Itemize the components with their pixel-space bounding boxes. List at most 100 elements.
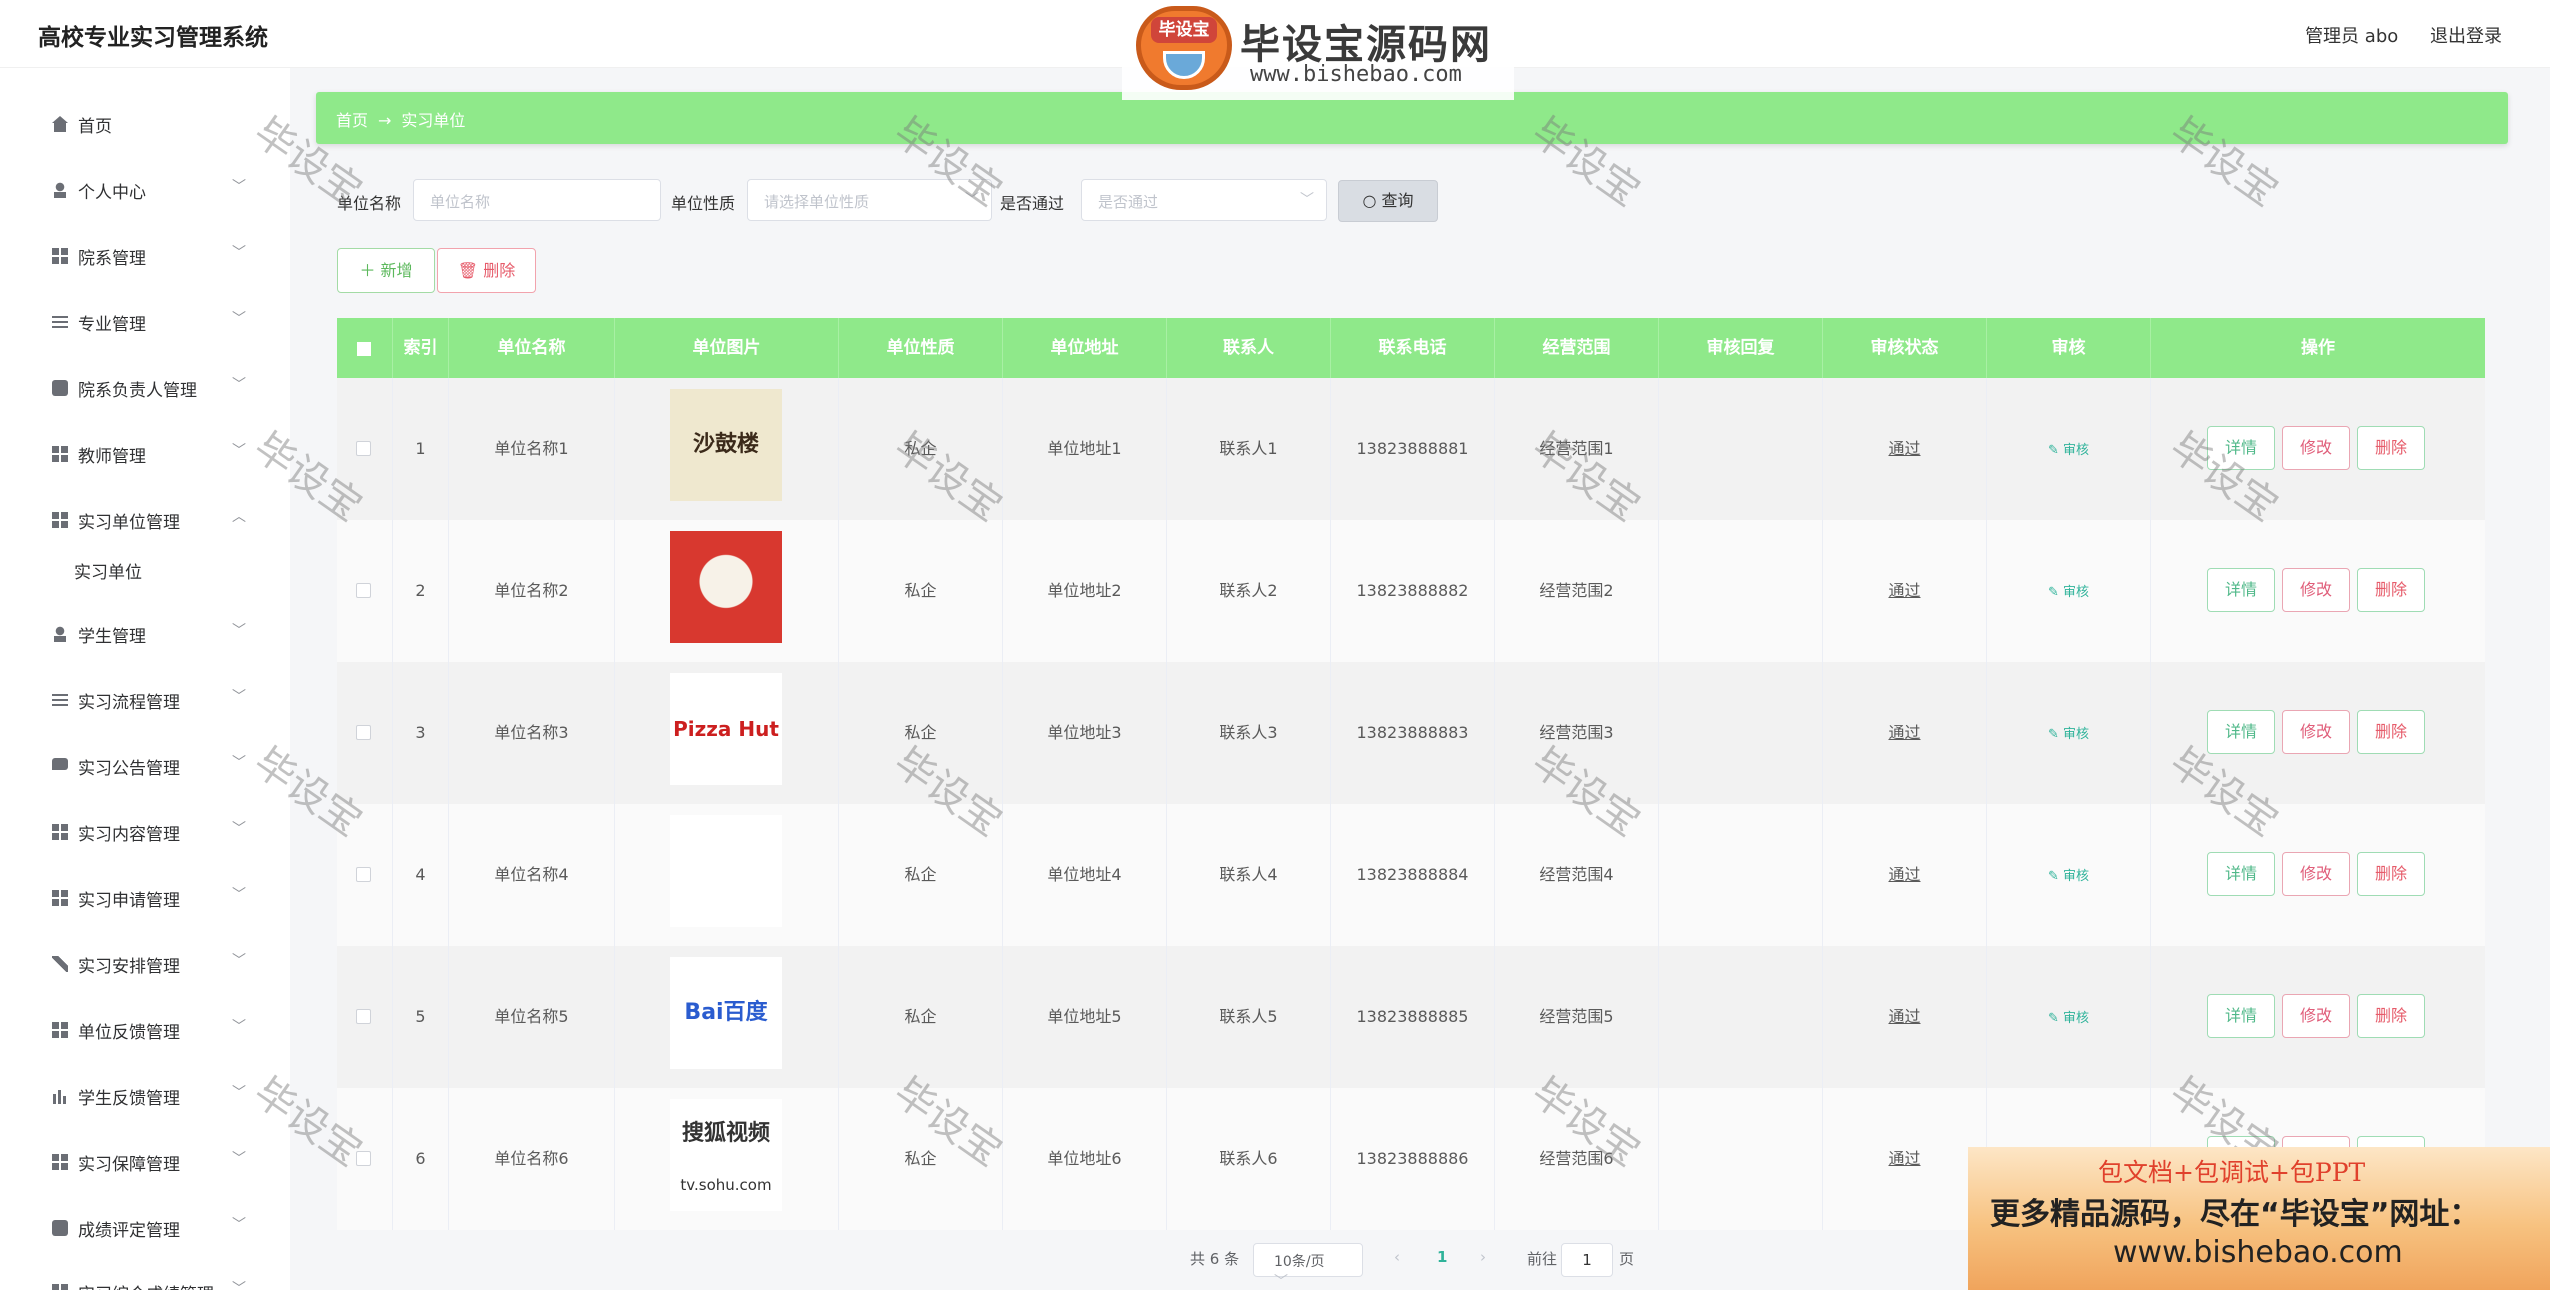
audit-status-text: 通过	[1888, 865, 1921, 884]
row-checkbox[interactable]	[356, 583, 371, 598]
row-checkbox[interactable]	[356, 441, 371, 456]
edit-button[interactable]: 修改	[2282, 710, 2350, 754]
sidebar-item-content[interactable]: 实习内容管理 ﹀	[0, 812, 290, 852]
sidebar-item-majors[interactable]: 专业管理 ﹀	[0, 302, 290, 342]
goto-page-input[interactable]: 1	[1561, 1243, 1613, 1277]
query-button[interactable]: ○ 查询	[1338, 180, 1438, 222]
detail-button[interactable]: 详情	[2207, 426, 2275, 470]
cell-name: 单位名称4	[449, 804, 615, 946]
add-button-label: 新增	[380, 261, 413, 280]
unit-image-subtext: tv.sohu.com	[680, 1176, 772, 1194]
sidebar: 首页 个人中心 ﹀ 院系管理 ﹀ 专业管理 ﹀ 院系负责人管理 ﹀ 教师管理 ﹀ 实习单位…	[0, 68, 290, 1290]
page-size-select[interactable]: 10条/页 ﹀	[1253, 1243, 1363, 1290]
audit-link[interactable]: ✎ 审核	[2048, 869, 2089, 884]
sidebar-item-departments[interactable]: 院系管理 ﹀	[0, 236, 290, 276]
delete-button[interactable]: 删除	[2357, 710, 2425, 754]
edit-button[interactable]: 修改	[2282, 568, 2350, 612]
sidebar-item-notices[interactable]: 实习公告管理 ﹀	[0, 746, 290, 786]
sidebar-item-support[interactable]: 实习保障管理 ﹀	[0, 1142, 290, 1182]
col-audit-status[interactable]: 审核状态	[1823, 318, 1987, 378]
sidebar-item-dept-heads[interactable]: 院系负责人管理 ﹀	[0, 368, 290, 408]
grid-icon	[52, 824, 68, 840]
edit-button[interactable]: 修改	[2282, 852, 2350, 896]
sidebar-item-home[interactable]: 首页	[0, 104, 290, 144]
logout-link[interactable]: 退出登录	[2430, 26, 2502, 47]
chevron-down-icon: ﹀	[1274, 1274, 1288, 1290]
cell-index: 4	[393, 804, 449, 946]
add-button[interactable]: ＋ 新增	[337, 248, 435, 293]
detail-button[interactable]: 详情	[2207, 568, 2275, 612]
col-unit-type[interactable]: 单位性质	[839, 318, 1003, 378]
cell-name: 单位名称1	[449, 378, 615, 520]
col-operations: 操作	[2301, 338, 2335, 358]
chevron-down-icon: ﹀	[232, 623, 246, 639]
list-icon	[52, 692, 68, 708]
sidebar-item-applications[interactable]: 实习申请管理 ﹀	[0, 878, 290, 918]
row-checkbox[interactable]	[356, 1009, 371, 1024]
cell-scope: 经营范围2	[1495, 520, 1659, 662]
edit-button[interactable]: 修改	[2282, 426, 2350, 470]
box-icon	[52, 380, 68, 396]
sidebar-item-label: 实习申请管理	[78, 891, 180, 911]
col-unit-image[interactable]: 单位图片	[615, 318, 839, 378]
col-unit-address[interactable]: 单位地址	[1003, 318, 1167, 378]
sidebar-item-label: 院系负责人管理	[78, 381, 197, 401]
row-checkbox[interactable]	[356, 725, 371, 740]
audit-link[interactable]: ✎ 审核	[2048, 585, 2089, 600]
col-phone[interactable]: 联系电话	[1331, 318, 1495, 378]
logo-url: www.bishebao.com	[1250, 62, 1462, 87]
edit-button[interactable]: 修改	[2282, 994, 2350, 1038]
row-checkbox-cell	[337, 378, 393, 520]
audit-status-text: 通过	[1888, 723, 1921, 742]
sidebar-item-personal-center[interactable]: 个人中心 ﹀	[0, 170, 290, 210]
unit-type-placeholder: 请选择单位性质	[764, 193, 870, 211]
sidebar-item-internship-units[interactable]: 实习单位管理 ︿	[0, 500, 290, 540]
delete-button[interactable]: 删除	[2357, 852, 2425, 896]
plus-icon: ＋	[359, 261, 376, 280]
audit-link[interactable]: ✎ 审核	[2048, 727, 2089, 742]
trash-icon: 🗑	[457, 261, 479, 280]
sidebar-item-final-scores[interactable]: 实习综合成绩管理 ﹀	[0, 1272, 290, 1290]
cell-contact: 联系人4	[1167, 804, 1331, 946]
detail-button[interactable]: 详情	[2207, 710, 2275, 754]
sidebar-item-teachers[interactable]: 教师管理 ﹀	[0, 434, 290, 474]
sidebar-item-process[interactable]: 实习流程管理 ﹀	[0, 680, 290, 720]
current-page[interactable]: 1	[1437, 1248, 1447, 1266]
row-checkbox[interactable]	[356, 867, 371, 882]
unit-name-input[interactable]: 单位名称	[413, 179, 661, 221]
unit-image-text: 搜狐视频	[681, 1121, 770, 1146]
next-page-icon[interactable]: ›	[1480, 1248, 1486, 1266]
unit-type-select[interactable]: 请选择单位性质 ﹀	[747, 179, 992, 221]
audit-link[interactable]: ✎ 审核	[2048, 1011, 2089, 1026]
breadcrumb-home[interactable]: 首页	[336, 111, 368, 130]
delete-button[interactable]: 删除	[2357, 568, 2425, 612]
delete-button[interactable]: 删除	[2357, 994, 2425, 1038]
cell-reply	[1659, 804, 1823, 946]
sidebar-item-students[interactable]: 学生管理 ﹀	[0, 614, 290, 654]
unit-image-text: Bai百度	[684, 1000, 768, 1025]
cell-phone: 13823888885	[1331, 946, 1495, 1088]
sidebar-item-student-feedback[interactable]: 学生反馈管理 ﹀	[0, 1076, 290, 1116]
sidebar-subitem-internship-unit[interactable]: 实习单位	[74, 558, 142, 583]
cell-phone: 13823888886	[1331, 1088, 1495, 1230]
cell-index: 5	[393, 946, 449, 1088]
sidebar-item-grading[interactable]: 成绩评定管理 ﹀	[0, 1208, 290, 1248]
prev-page-icon[interactable]: ‹	[1394, 1248, 1400, 1266]
col-unit-name[interactable]: 单位名称	[449, 318, 615, 378]
passed-select[interactable]: 是否通过 ﹀	[1081, 179, 1327, 221]
detail-button[interactable]: 详情	[2207, 994, 2275, 1038]
sidebar-item-arrangements[interactable]: 实习安排管理 ﹀	[0, 944, 290, 984]
audit-link[interactable]: ✎ 审核	[2048, 443, 2089, 458]
delete-button[interactable]: 删除	[2357, 426, 2425, 470]
detail-button[interactable]: 详情	[2207, 852, 2275, 896]
admin-label: 管理员 abo	[2305, 26, 2399, 47]
sidebar-item-unit-feedback[interactable]: 单位反馈管理 ﹀	[0, 1010, 290, 1050]
select-all-checkbox[interactable]	[357, 342, 371, 356]
bulk-delete-button[interactable]: 🗑 删除	[437, 248, 536, 293]
row-checkbox[interactable]	[356, 1151, 371, 1166]
col-audit[interactable]: 审核	[1987, 318, 2151, 378]
promo-banner: 包文档+包调试+包PPT 更多精品源码，尽在“毕设宝”网址： www.bishe…	[1968, 1147, 2550, 1290]
col-contact[interactable]: 联系人	[1167, 318, 1331, 378]
col-scope[interactable]: 经营范围	[1495, 318, 1659, 378]
col-index[interactable]: 索引	[393, 318, 449, 378]
